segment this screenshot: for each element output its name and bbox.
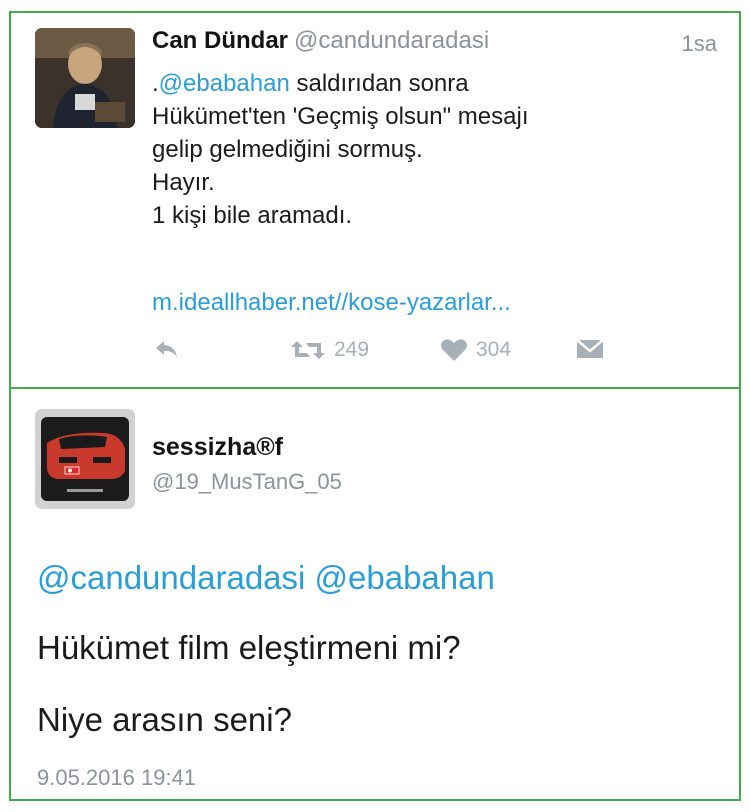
text-fragment: saldırıdan sonra — [289, 70, 469, 97]
reply-mentions[interactable]: @candundaradasi @ebabahan — [37, 559, 495, 597]
reply-text-line: Niye arasın seni? — [37, 701, 292, 738]
retweet-count: 249 — [334, 338, 370, 361]
tweet-text: .@ebabahan saldırıdan sonra Hükümet'ten … — [152, 67, 529, 232]
tweet-card[interactable]: Can Dündar @candundaradasi 1sa .@ebabahan… — [9, 11, 741, 389]
author-handle[interactable]: @candundaradasi — [294, 27, 489, 54]
reply-author-name[interactable]: sessizha®f — [152, 433, 283, 462]
tweet-text-line: gelip gelmediğini sormuş. — [152, 136, 423, 163]
reply-button[interactable] — [154, 338, 180, 360]
text-prefix: . — [152, 70, 159, 97]
author-name[interactable]: Can Dündar — [152, 27, 288, 54]
reply-author-avatar[interactable] — [35, 409, 135, 509]
like-count: 304 — [476, 338, 512, 361]
reply-card[interactable]: sessizha®f @19_MusTanG_05 @candundaradas… — [9, 387, 741, 801]
tweet-time[interactable]: 1sa — [682, 31, 717, 57]
author-avatar[interactable] — [35, 28, 135, 128]
direct-message-button[interactable] — [576, 338, 604, 360]
reply-timestamp: 9.05.2016 19:41 — [37, 765, 197, 790]
reply-icon — [156, 341, 177, 357]
avatar-photo — [35, 409, 135, 509]
avatar-photo — [35, 28, 135, 128]
like-button[interactable]: 304 — [440, 338, 511, 362]
tweet-text-line: .@ebabahan saldırıdan sonra — [152, 67, 529, 100]
retweet-button[interactable]: 249 — [290, 338, 369, 362]
article-link[interactable]: m.ideallhaber.net//kose-yazarlar... — [152, 289, 511, 317]
author-header: Can Dündar @candundaradasi — [152, 27, 489, 55]
reply-text-line: Hükümet film eleştirmeni mi? — [37, 629, 461, 666]
tweet-actions: 249 304 — [11, 338, 739, 368]
retweet-icon — [291, 341, 325, 359]
envelope-icon — [576, 339, 604, 358]
tweet-text-line: Hayır. — [152, 169, 215, 196]
mention-link[interactable]: @ebabahan — [159, 70, 290, 97]
tweet-text-line: 1 kişi bile aramadı. — [152, 202, 353, 229]
tweet-text-line: Hükümet'ten 'Geçmiş olsun" mesajı — [152, 103, 529, 130]
heart-icon — [441, 339, 467, 361]
reply-author-handle[interactable]: @19_MusTanG_05 — [152, 469, 342, 495]
